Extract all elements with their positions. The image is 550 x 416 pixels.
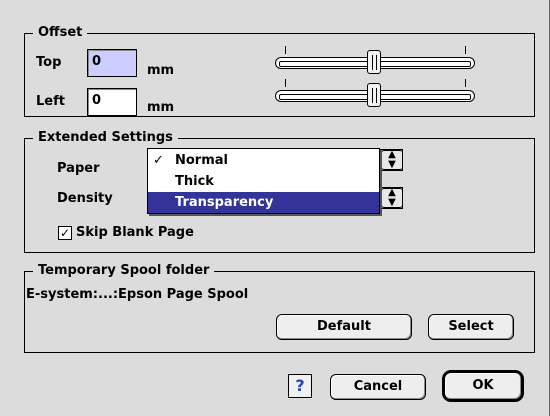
checkmark-icon: ✓	[59, 226, 71, 240]
slider-tick	[465, 46, 466, 54]
slider-tick	[465, 79, 466, 87]
updown-arrows-icon[interactable]: ▲ ▼	[381, 188, 403, 208]
spool-group: Temporary Spool folder	[24, 262, 535, 353]
extended-settings-title: Extended Settings	[33, 129, 178, 147]
offset-left-label: Left	[36, 94, 65, 109]
slider-thumb[interactable]	[367, 83, 381, 107]
checkmark-icon: ✓	[153, 153, 164, 168]
offset-left-slider[interactable]	[275, 79, 475, 107]
offset-top-input[interactable]: 0	[87, 49, 137, 77]
spool-title: Temporary Spool folder	[33, 262, 215, 280]
select-button[interactable]: Select	[428, 314, 514, 340]
menu-item-label: Normal	[175, 153, 228, 168]
slider-tick	[285, 79, 286, 87]
offset-top-label: Top	[36, 55, 62, 70]
menu-item-label: Transparency	[175, 195, 274, 210]
help-icon[interactable]: ?	[288, 374, 312, 398]
spool-path: E-system:...:Epson Page Spool	[26, 287, 249, 302]
menu-item-label: Thick	[175, 174, 214, 189]
offset-left-input[interactable]: 0	[87, 88, 137, 116]
slider-thumb[interactable]	[367, 50, 381, 74]
paper-label: Paper	[57, 161, 100, 176]
offset-top-unit: mm	[147, 63, 175, 78]
offset-title: Offset	[33, 24, 88, 42]
density-label: Density	[57, 191, 113, 206]
skip-blank-checkbox[interactable]: ✓	[58, 226, 72, 240]
menu-item-normal[interactable]: ✓ Normal	[148, 150, 379, 171]
cancel-button[interactable]: Cancel	[330, 374, 426, 400]
offset-left-unit: mm	[147, 100, 175, 115]
ok-button[interactable]: OK	[442, 370, 524, 402]
menu-item-thick[interactable]: Thick	[148, 171, 379, 192]
slider-tick	[285, 46, 286, 54]
paper-dropdown-menu[interactable]: ✓ Normal Thick Transparency	[147, 148, 380, 214]
default-button[interactable]: Default	[276, 314, 412, 340]
skip-blank-label: Skip Blank Page	[76, 225, 194, 240]
menu-item-transparency[interactable]: Transparency	[148, 192, 379, 213]
updown-arrows-icon[interactable]: ▲ ▼	[381, 150, 403, 170]
offset-top-slider[interactable]	[275, 46, 475, 74]
